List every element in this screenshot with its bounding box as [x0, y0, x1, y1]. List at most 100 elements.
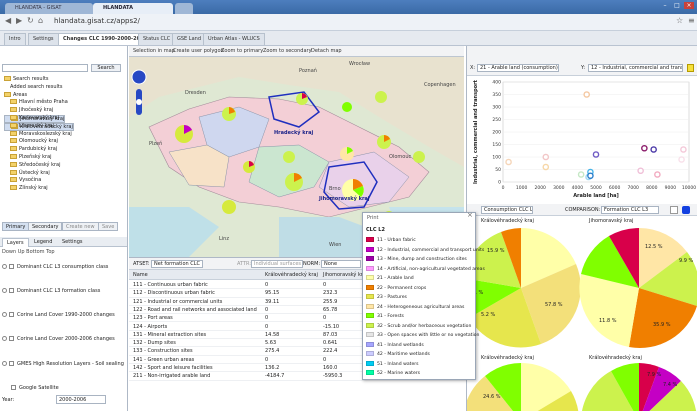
- close-icon[interactable]: ×: [467, 211, 473, 219]
- legend-popup: Print × CLC L2 11 - Urban fabric 12 - Ind…: [362, 211, 485, 380]
- blue-color-swatch-icon[interactable]: [682, 206, 690, 214]
- checkbox[interactable]: [9, 361, 14, 366]
- legend-label: 14 - Artificial, non-agricultural vegeta…: [377, 266, 485, 272]
- search-input[interactable]: [2, 64, 88, 72]
- reload-icon[interactable]: ↻: [27, 16, 34, 25]
- scatter-point: [680, 146, 687, 153]
- table-cell: 141 - Green urban areas: [133, 356, 195, 363]
- print-link[interactable]: Print: [367, 215, 379, 221]
- legend-swatch: [366, 351, 374, 356]
- x-attribute-select[interactable]: 21 - Arable land (consumption): [477, 64, 559, 72]
- tree-item-region[interactable]: Zlínský kraj: [4, 185, 124, 193]
- tab-label: Urban Atlas - WLUCS: [208, 36, 260, 42]
- create-user-polygon-button[interactable]: Create user polygon: [173, 47, 224, 56]
- y-attribute-select[interactable]: 12 - Industrial, commercial and transpor…: [588, 64, 683, 72]
- x-tick-label: 5000: [590, 185, 602, 191]
- zoom-to-primary-button[interactable]: Zoom to primary: [221, 47, 263, 56]
- tree-item-region[interactable]: Vysočina: [4, 177, 124, 185]
- search-button[interactable]: Search: [91, 64, 121, 72]
- primary-button[interactable]: Primary: [2, 222, 30, 231]
- forward-icon[interactable]: ▶: [16, 16, 22, 25]
- secondary-attribute-select[interactable]: Formation CLC L3: [601, 206, 659, 214]
- layer-row[interactable]: Corine Land Cover 1990-2000 changes: [2, 310, 125, 320]
- column-header[interactable]: Name: [133, 270, 148, 280]
- legend-item: 11 - Urban fabric: [366, 237, 416, 245]
- table-cell: 95.15: [265, 290, 280, 297]
- bookmark-star-icon[interactable]: ☆: [676, 16, 683, 25]
- browser-tab-gisat[interactable]: HLANDATA - GISAT: [5, 3, 93, 14]
- attribute-set-select[interactable]: Net formation CLC L3: [151, 260, 203, 268]
- layer-row[interactable]: Corine Land Cover 2000-2006 changes: [2, 334, 125, 344]
- tab-layers[interactable]: Layers: [2, 238, 29, 247]
- primary-attribute-select[interactable]: Consumption CLC L3: [481, 206, 533, 214]
- norm-select[interactable]: None: [321, 260, 361, 268]
- x-tick-label: 10000: [682, 185, 696, 191]
- tree-item-region[interactable]: Karlovarský kraj: [4, 114, 124, 123]
- layer-row[interactable]: Dominant CLC L3 consumption class: [2, 262, 125, 272]
- tree-item-region[interactable]: Jihočeský kraj: [4, 107, 124, 115]
- x-axis-selector-label: X:: [470, 65, 476, 71]
- tab-gse-land[interactable]: GSE Land: [172, 33, 206, 45]
- url-input[interactable]: hlandata.gisat.cz/apps2/: [54, 17, 140, 25]
- folder-icon: [10, 99, 17, 105]
- zoom-to-secondary-button[interactable]: Zoom to secondary: [263, 47, 312, 56]
- checkbox[interactable]: [9, 288, 14, 293]
- tree-item-search-results[interactable]: Search results: [4, 76, 124, 84]
- tab-status-clc[interactable]: Status CLC: [138, 33, 176, 45]
- attribute-select[interactable]: Individual surfaces (ha): [251, 260, 303, 268]
- column-header[interactable]: Královéhradecký kraj: [265, 270, 318, 280]
- create-new-button[interactable]: Create new: [62, 222, 99, 231]
- checkbox[interactable]: [9, 312, 14, 317]
- table-cell: 121 - Industrial or commercial units: [133, 298, 223, 305]
- radio-button[interactable]: [2, 336, 7, 341]
- tab-settings[interactable]: Settings: [28, 33, 59, 45]
- scatter-point: [654, 171, 661, 178]
- maximize-icon[interactable]: □: [672, 2, 682, 9]
- folder-icon: [10, 130, 17, 136]
- tree-item-label: Olomoucký kraj: [19, 138, 58, 145]
- wrench-icon[interactable]: ≡: [688, 16, 695, 25]
- x-axis-label: Arable land [ha]: [573, 193, 619, 199]
- layer-order-controls[interactable]: Down Up Bottom Top: [2, 249, 55, 255]
- legend-label: 32 - Scrub and/or herbaceous vegetation: [377, 323, 472, 329]
- scatter-chart: 0 1000 2000 3000 4000 5000 6000 7000 8000 9000 100…: [473, 79, 696, 199]
- pie-slice-label: 35.9 %: [653, 322, 671, 328]
- close-icon[interactable]: ×: [684, 2, 694, 9]
- minimize-icon[interactable]: –: [660, 2, 670, 9]
- radio-button[interactable]: [2, 288, 7, 293]
- new-tab-button[interactable]: [175, 3, 193, 14]
- checkbox[interactable]: [9, 336, 14, 341]
- radio-button[interactable]: [2, 264, 7, 269]
- tree-item-region[interactable]: Plzeňský kraj: [4, 153, 124, 162]
- tree-item-region[interactable]: Liberecký kraj: [4, 122, 124, 131]
- radio-button[interactable]: [2, 312, 7, 317]
- checkbox[interactable]: [9, 264, 14, 269]
- tree-item-region[interactable]: Pardubický kraj: [4, 146, 124, 154]
- save-button[interactable]: Save: [98, 222, 119, 231]
- table-cell: 0: [265, 306, 269, 313]
- tab-layer-settings[interactable]: Settings: [58, 238, 87, 247]
- tab-legend[interactable]: Legend: [30, 238, 56, 247]
- selection-in-map-button[interactable]: Selection in map: [133, 47, 175, 56]
- checkbox[interactable]: [670, 206, 678, 214]
- detach-map-button[interactable]: Detach map: [311, 47, 342, 56]
- y-tick-label: 100: [492, 155, 501, 161]
- layer-row[interactable]: Dominant CLC L3 formation class: [2, 286, 125, 296]
- tree-item-added-search-results[interactable]: Added search results: [4, 84, 124, 92]
- layer-row[interactable]: Google Satellite: [2, 383, 125, 393]
- tree-item-region[interactable]: Olomoucký kraj: [4, 138, 124, 146]
- y-tick-label: 50: [495, 167, 501, 173]
- browser-tab-hlandata[interactable]: HLANDATA: [93, 3, 173, 14]
- radio-button[interactable]: [2, 361, 7, 366]
- year-select[interactable]: 2000-2006: [56, 395, 106, 404]
- tree-item-region[interactable]: Středočeský kraj: [4, 161, 124, 170]
- tab-urban-atlas[interactable]: Urban Atlas - WLUCS: [203, 33, 265, 45]
- home-icon[interactable]: ⌂: [38, 16, 43, 25]
- secondary-button[interactable]: Secondary: [28, 222, 63, 231]
- layer-row[interactable]: GMES High Resolution Layers - Soil seali…: [2, 359, 125, 369]
- back-icon[interactable]: ◀: [5, 16, 11, 25]
- color-swatch-button[interactable]: [687, 64, 694, 72]
- tab-intro[interactable]: Intro: [4, 33, 26, 45]
- checkbox[interactable]: [11, 385, 16, 390]
- column-header[interactable]: Jihomoravský kraj: [323, 270, 367, 280]
